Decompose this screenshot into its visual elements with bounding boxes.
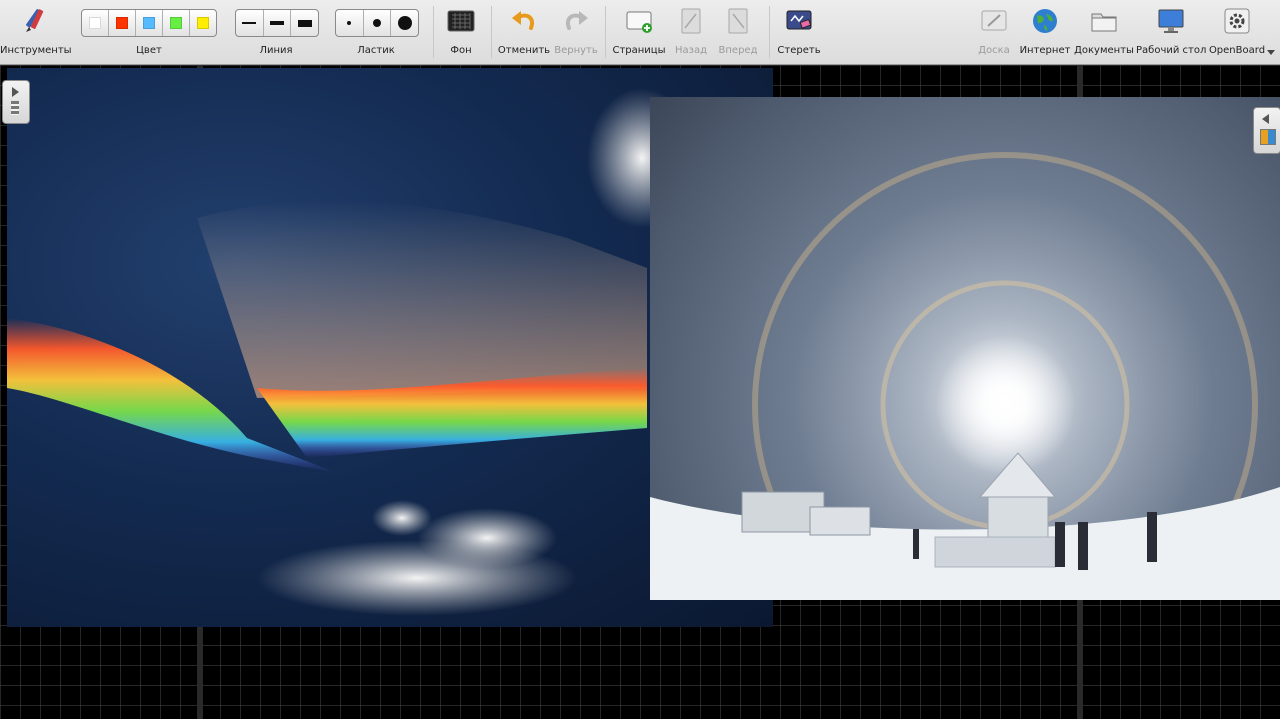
dropdown-arrow-icon[interactable] (1267, 50, 1275, 55)
back-button[interactable]: Назад (668, 0, 714, 64)
board-button[interactable]: Доска (972, 0, 1016, 64)
color-group: Цвет (78, 0, 220, 64)
eraser-group: Ластик (330, 0, 422, 64)
documents-button[interactable]: Документы (1074, 0, 1134, 64)
library-icon (1260, 129, 1276, 145)
openboard-label: OpenBoard (1208, 45, 1266, 56)
eraser-medium-option[interactable] (364, 10, 392, 36)
whiteboard-canvas[interactable] (0, 65, 1280, 719)
left-palette-toggle[interactable] (2, 80, 30, 124)
eraser-small-option[interactable] (336, 10, 364, 36)
board-icon (981, 10, 1007, 31)
openboard-menu-button[interactable]: OpenBoard (1206, 0, 1268, 64)
documents-label: Документы (1074, 45, 1134, 56)
right-palette-toggle[interactable] (1253, 107, 1280, 154)
pages-button[interactable]: Страницы (610, 0, 668, 64)
toolbar-separator (769, 6, 770, 58)
back-label: Назад (674, 45, 707, 56)
main-toolbar: Инструменты Цвет Линия Ластик Фон Отмени… (0, 0, 1280, 65)
color-label: Цвет (136, 45, 162, 56)
redo-arrow-icon (566, 11, 588, 30)
eraser-large-option[interactable] (391, 10, 418, 36)
line-thick-option[interactable] (291, 10, 318, 36)
internet-label: Интернет (1019, 45, 1071, 56)
color-selector (81, 9, 217, 37)
globe-icon (1033, 9, 1057, 33)
pages-label: Страницы (612, 45, 666, 56)
expand-arrow-icon (12, 87, 19, 97)
undo-arrow-icon (512, 11, 534, 30)
photo-content (650, 152, 1280, 600)
background-button[interactable]: Фон (438, 0, 484, 64)
color-swatch-green[interactable] (163, 10, 190, 36)
board-label: Доска (978, 45, 1010, 56)
line-thin-option[interactable] (236, 10, 264, 36)
line-group: Линия (230, 0, 322, 64)
forward-button[interactable]: Вперед (714, 0, 762, 64)
clear-label: Стереть (777, 45, 821, 56)
line-label: Линия (259, 45, 293, 56)
background-label: Фон (450, 45, 472, 56)
grid-background-icon (447, 10, 475, 32)
undo-button[interactable]: Отменить (496, 0, 552, 64)
color-swatch-yellow[interactable] (190, 10, 216, 36)
clear-board-icon (786, 10, 812, 30)
previous-page-icon (681, 8, 701, 34)
toolbar-separator (433, 6, 434, 58)
clear-button[interactable]: Стереть (774, 0, 824, 64)
color-swatch-red[interactable] (109, 10, 136, 36)
color-swatch-white[interactable] (82, 10, 109, 36)
next-page-icon (728, 8, 748, 34)
add-page-icon (626, 11, 652, 33)
folder-icon (1091, 13, 1117, 32)
forward-label: Вперед (718, 45, 758, 56)
page-thumbnails-icon (11, 101, 19, 115)
line-medium-option[interactable] (264, 10, 292, 36)
color-swatch-blue[interactable] (136, 10, 163, 36)
desktop-button[interactable]: Рабочий стол (1136, 0, 1206, 64)
line-width-selector (235, 9, 319, 37)
redo-button[interactable]: Вернуть (552, 0, 600, 64)
toolbar-separator (491, 6, 492, 58)
settings-gear-icon (1224, 8, 1250, 34)
desktop-label: Рабочий стол (1136, 45, 1207, 56)
eraser-label: Ластик (357, 45, 395, 56)
tools-button[interactable]: Инструменты (0, 0, 72, 64)
sun-halo-winter-photo[interactable] (650, 97, 1280, 600)
internet-button[interactable]: Интернет (1018, 0, 1072, 64)
eraser-size-selector (335, 9, 419, 37)
pens-icon (26, 9, 44, 32)
redo-label: Вернуть (554, 45, 598, 56)
undo-label: Отменить (497, 45, 551, 56)
tools-label: Инструменты (0, 45, 72, 56)
collapse-arrow-icon (1262, 114, 1269, 124)
toolbar-separator (605, 6, 606, 58)
monitor-icon (1158, 9, 1184, 33)
